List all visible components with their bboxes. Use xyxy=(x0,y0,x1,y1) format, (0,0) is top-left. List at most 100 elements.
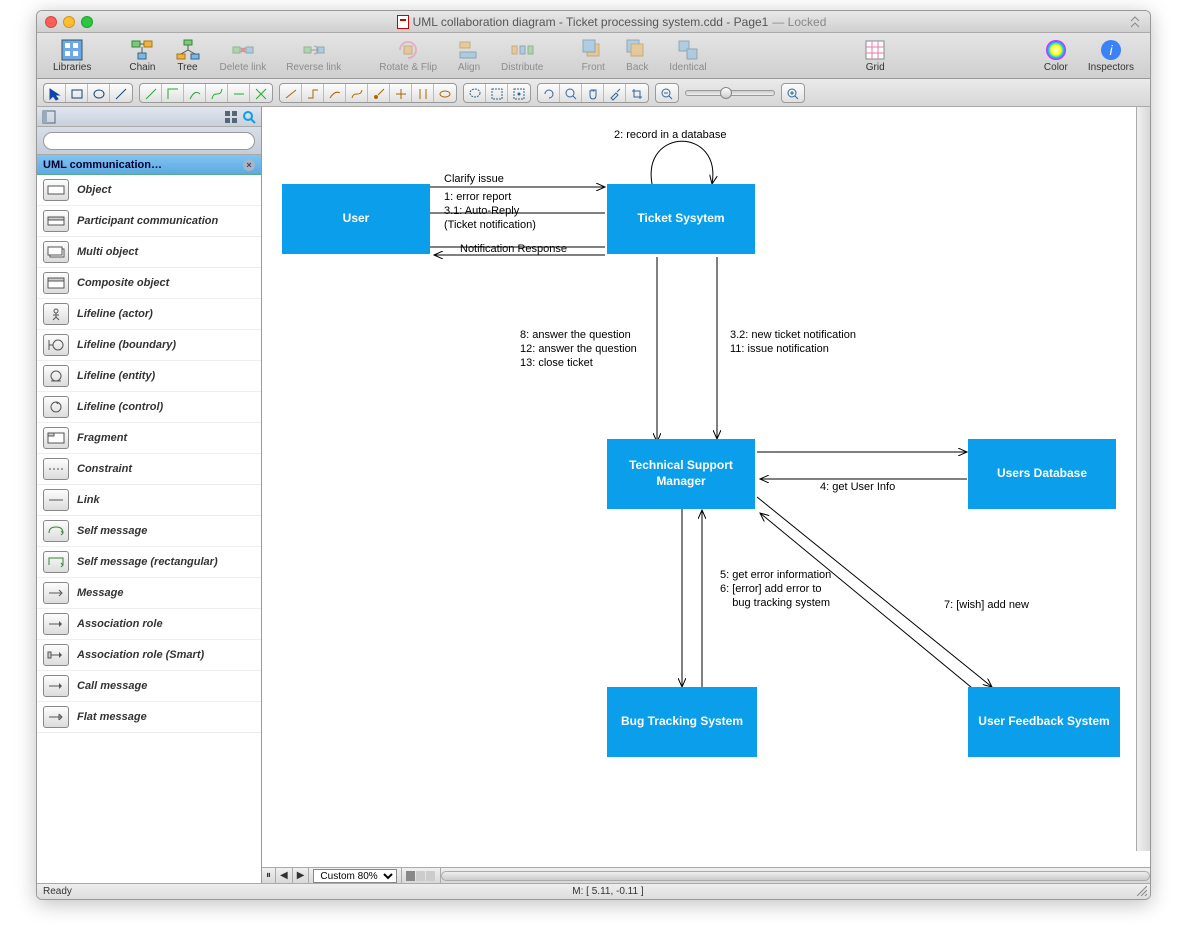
library-title[interactable]: UML communication… × xyxy=(37,155,261,175)
align-button[interactable]: Align xyxy=(449,36,489,75)
libraries-button[interactable]: Libraries xyxy=(45,36,99,75)
window-minimize-button[interactable] xyxy=(63,16,75,28)
library-item[interactable]: Message xyxy=(37,578,261,609)
library-item[interactable]: Lifeline (entity) xyxy=(37,361,261,392)
toolbar-label: Grid xyxy=(866,62,885,73)
library-item[interactable]: Lifeline (boundary) xyxy=(37,330,261,361)
tree-button[interactable]: Tree xyxy=(168,36,208,75)
library-search-input[interactable] xyxy=(43,132,255,150)
reverse-link-button[interactable]: Reverse link xyxy=(278,36,349,75)
rotate-flip-button[interactable]: Rotate & Flip xyxy=(371,36,445,75)
library-item[interactable]: Self message xyxy=(37,516,261,547)
smart-connect-1[interactable] xyxy=(280,84,302,103)
library-item[interactable]: Constraint xyxy=(37,454,261,485)
line-tool[interactable] xyxy=(110,84,132,103)
nav-back-icon[interactable]: ◀ xyxy=(276,868,293,883)
toolbar-label: Tree xyxy=(177,62,197,73)
crop-tool[interactable] xyxy=(626,84,648,103)
hand-tool[interactable] xyxy=(582,84,604,103)
smart-connect-5[interactable] xyxy=(368,84,390,103)
grid-button[interactable]: Grid xyxy=(855,36,895,75)
inspectors-button[interactable]: i Inspectors xyxy=(1080,36,1142,75)
zoom-tool[interactable] xyxy=(560,84,582,103)
page-tabs[interactable] xyxy=(402,868,441,883)
zoom-in-tool[interactable] xyxy=(782,84,804,103)
connector-tool-1[interactable] xyxy=(140,84,162,103)
vertical-scrollbar[interactable] xyxy=(1136,107,1150,851)
sidebar-header xyxy=(37,107,261,127)
toolbar-label: Delete link xyxy=(220,62,267,73)
tool-toolbar xyxy=(37,79,1150,107)
library-item[interactable]: Composite object xyxy=(37,268,261,299)
label-notif: Notification Response xyxy=(460,243,567,255)
library-item[interactable]: Call message xyxy=(37,671,261,702)
connector-tool-2[interactable] xyxy=(162,84,184,103)
node-tsm[interactable]: Technical Support Manager xyxy=(607,439,755,509)
node-ticket[interactable]: Ticket Sysytem xyxy=(607,184,755,254)
nav-fwd-icon[interactable]: ▶ xyxy=(293,868,310,883)
lasso-tool[interactable] xyxy=(464,84,486,103)
chain-button[interactable]: Chain xyxy=(121,36,163,75)
smart-connect-4[interactable] xyxy=(346,84,368,103)
library-item[interactable]: Flat message xyxy=(37,702,261,733)
back-button[interactable]: Back xyxy=(617,36,657,75)
distribute-button[interactable]: Distribute xyxy=(493,36,551,75)
window-locked-label: — Locked xyxy=(772,15,826,29)
connector-tool-6[interactable] xyxy=(250,84,272,103)
rotate-tool[interactable] xyxy=(538,84,560,103)
node-bugtrack[interactable]: Bug Tracking System xyxy=(607,687,757,757)
connector-tool-5[interactable] xyxy=(228,84,250,103)
smart-connect-2[interactable] xyxy=(302,84,324,103)
library-item[interactable]: Association role (Smart) xyxy=(37,640,261,671)
library-item[interactable]: Fragment xyxy=(37,423,261,454)
marquee-tool[interactable] xyxy=(486,84,508,103)
grid-view-icon[interactable] xyxy=(223,109,239,125)
library-item[interactable]: Object xyxy=(37,175,261,206)
tree-icon xyxy=(176,38,200,62)
node-usersdb[interactable]: Users Database xyxy=(968,439,1116,509)
zoom-slider-handle[interactable] xyxy=(720,87,732,99)
toolbar-label: Libraries xyxy=(53,62,91,73)
pause-icon[interactable]: ⏸ xyxy=(262,868,276,883)
zoom-out-tool[interactable] xyxy=(656,84,678,103)
library-item[interactable]: Association role xyxy=(37,609,261,640)
connector-tool-3[interactable] xyxy=(184,84,206,103)
toolbar-label: Rotate & Flip xyxy=(379,62,437,73)
delete-link-button[interactable]: Delete link xyxy=(212,36,275,75)
window-close-button[interactable] xyxy=(45,16,57,28)
library-item[interactable]: Link xyxy=(37,485,261,516)
window-zoom-button[interactable] xyxy=(81,16,93,28)
front-button[interactable]: Front xyxy=(573,36,613,75)
delete-link-icon xyxy=(231,38,255,62)
resize-grip-icon[interactable] xyxy=(1137,886,1147,896)
panel-icon[interactable] xyxy=(41,109,57,125)
ellipse-tool[interactable] xyxy=(88,84,110,103)
zoom-select[interactable]: Custom 80% xyxy=(313,869,397,883)
library-item[interactable]: Multi object xyxy=(37,237,261,268)
pointer-tool[interactable] xyxy=(44,84,66,103)
smart-connect-6[interactable] xyxy=(390,84,412,103)
canvas[interactable]: User Ticket Sysytem Technical Support Ma… xyxy=(262,107,1150,867)
node-feedback[interactable]: User Feedback System xyxy=(968,687,1120,757)
color-button[interactable]: Color xyxy=(1036,36,1076,75)
library-item[interactable]: Self message (rectangular) xyxy=(37,547,261,578)
smart-connect-7[interactable] xyxy=(412,84,434,103)
horizontal-scrollbar[interactable] xyxy=(441,871,1150,881)
identical-button[interactable]: Identical xyxy=(661,36,714,75)
point-tool[interactable] xyxy=(508,84,530,103)
smart-connect-8[interactable] xyxy=(434,84,456,103)
toolbar-label: Identical xyxy=(669,62,706,73)
library-item[interactable]: Participant communication xyxy=(37,206,261,237)
search-icon[interactable] xyxy=(241,109,257,125)
rect-tool[interactable] xyxy=(66,84,88,103)
smart-connect-3[interactable] xyxy=(324,84,346,103)
library-item[interactable]: Lifeline (actor) xyxy=(37,299,261,330)
node-user[interactable]: User xyxy=(282,184,430,254)
window-resize-icon xyxy=(1130,16,1142,28)
node-label: Users Database xyxy=(997,466,1087,482)
eyedropper-tool[interactable] xyxy=(604,84,626,103)
library-item[interactable]: Lifeline (control) xyxy=(37,392,261,423)
window-title: UML collaboration diagram - Ticket proce… xyxy=(99,15,1124,29)
library-close-icon[interactable]: × xyxy=(243,159,255,171)
connector-tool-4[interactable] xyxy=(206,84,228,103)
